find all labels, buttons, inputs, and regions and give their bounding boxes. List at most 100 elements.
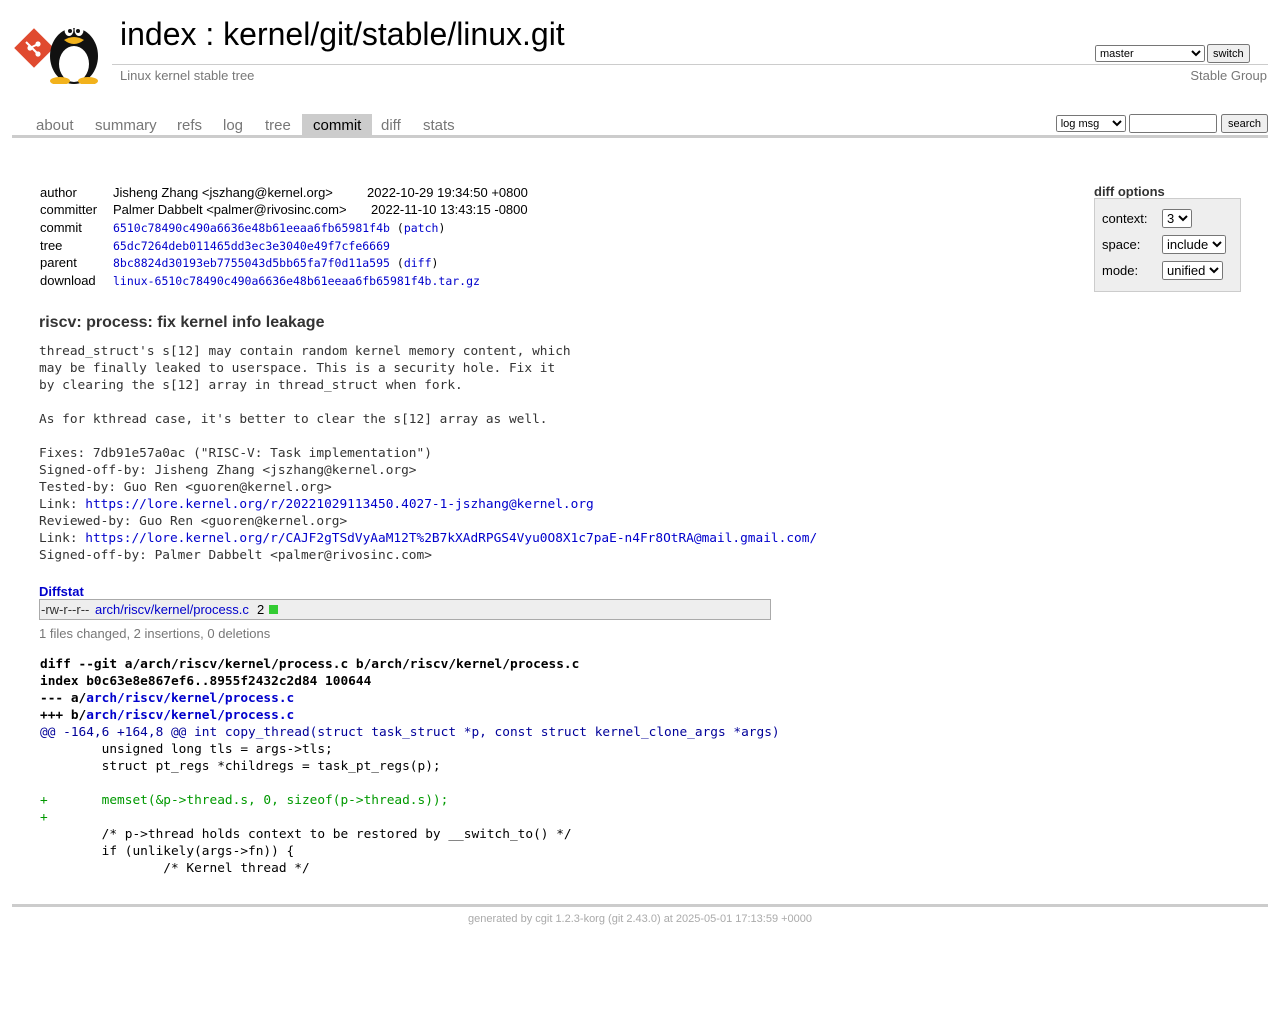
site-logo[interactable]	[14, 12, 110, 85]
tab-bar: about summary refs log tree commit diff …	[12, 114, 1268, 138]
tree-hash-link[interactable]: 65dc7264deb011465dd3ec3e3040e49f7cfe6669	[113, 239, 390, 253]
commit-hash-link[interactable]: 6510c78490c490a6636e48b61eeaa6fb65981f4b	[113, 221, 390, 235]
download-value: linux-6510c78490c490a6636e48b61eeaa6fb65…	[113, 272, 480, 290]
lore-link[interactable]: https://lore.kernel.org/r/20221029113450…	[85, 497, 594, 512]
footer-divider	[12, 904, 1268, 907]
insertion-bar	[269, 605, 278, 614]
header-divider	[112, 64, 1268, 65]
tab-stats[interactable]: stats	[412, 114, 466, 135]
footer: generated by cgit 1.2.3-korg (git 2.43.0…	[0, 913, 1280, 925]
tux-penguin-icon	[50, 24, 98, 85]
context-select[interactable]: 3	[1162, 209, 1192, 228]
tab-diff[interactable]: diff	[370, 114, 412, 135]
commit-subject: riscv: process: fix kernel info leakage	[39, 314, 325, 331]
added-line: +	[40, 810, 48, 825]
change-count: 2	[257, 602, 265, 617]
page-title: index : kernel/git/stable/linux.git	[120, 16, 565, 53]
signed-off-trailer: Signed-off-by: Jisheng Zhang <jszhang@ke…	[39, 463, 417, 478]
space-select[interactable]: include	[1162, 235, 1226, 254]
branch-select[interactable]: master	[1095, 45, 1205, 62]
diffstat-link[interactable]: Diffstat	[39, 584, 84, 599]
git-link[interactable]: git 2.43.0	[612, 913, 657, 925]
link-trailer: Link: https://lore.kernel.org/r/CAJF2gTS…	[39, 530, 817, 547]
search-type-select[interactable]: log msg	[1055, 115, 1126, 132]
parent-diff-link[interactable]: diff	[404, 256, 432, 270]
tab-log[interactable]: log	[212, 114, 254, 135]
branch-switch-form: master switch	[1095, 44, 1250, 63]
footer-timestamp: ) at 2025-05-01 17:13:59 +0000	[656, 913, 813, 925]
tab-commit[interactable]: commit	[302, 114, 373, 135]
lore-link[interactable]: https://lore.kernel.org/r/CAJF2gTSdVyAaM…	[85, 531, 817, 546]
fixes-trailer: Fixes: 7db91e57a0ac ("RISC-V: Task imple…	[39, 446, 432, 461]
search-form: log msg search	[1055, 114, 1268, 133]
search-button[interactable]: search	[1220, 114, 1268, 133]
patch-link[interactable]: patch	[404, 221, 439, 235]
link-prefix: Link:	[39, 497, 86, 512]
context-line: if (unlikely(args->fn)) {	[40, 844, 295, 859]
context-line: struct pt_regs *childregs = task_pt_regs…	[40, 759, 441, 774]
owner-link[interactable]: Stable Group	[1190, 68, 1267, 83]
mode-select[interactable]: unified	[1162, 261, 1223, 280]
index-link[interactable]: index	[120, 16, 197, 52]
message-line: thread_struct's s[12] may contain random…	[39, 344, 571, 359]
tab-tree[interactable]: tree	[254, 114, 302, 135]
repo-owner: Stable Group	[1190, 68, 1267, 83]
tab-refs[interactable]: refs	[166, 114, 213, 135]
cgit-link[interactable]: cgit 1.2.3-korg	[535, 913, 605, 925]
footer-generated-text: generated by	[467, 913, 536, 925]
tab-summary[interactable]: summary	[84, 114, 168, 135]
message-blank	[39, 428, 817, 445]
author-date: 2022-10-29 19:34:50 +0800	[367, 185, 528, 200]
diffstat-summary: 1 files changed, 2 insertions, 0 deletio…	[39, 626, 271, 641]
diff-options-box: context: 3 space: include mode: unified	[1094, 198, 1241, 292]
committer-date: 2022-11-10 13:43:15 -0800	[371, 202, 528, 217]
context-label: context:	[1102, 211, 1148, 226]
link-trailer: Link: https://lore.kernel.org/r/20221029…	[39, 496, 817, 513]
parent-label: parent	[40, 255, 77, 270]
old-file-prefix: --- a/	[40, 691, 87, 706]
author-value: Jisheng Zhang <jszhang@kernel.org>	[113, 185, 333, 200]
diffstat-header: Diffstat	[39, 584, 84, 599]
repo-description: Linux kernel stable tree	[120, 68, 255, 83]
tree-value: 65dc7264deb011465dd3ec3e3040e49f7cfe6669	[113, 237, 390, 255]
diff-header-line: diff --git a/arch/riscv/kernel/process.c…	[40, 657, 580, 672]
context-line: /* Kernel thread */	[40, 861, 310, 876]
hunk-header: @@ -164,6 +164,8 @@ int copy_thread(stru…	[40, 725, 780, 740]
parent-hash-link[interactable]: 8bc8824d30193eb7755043d5bb65fa7f0d11a595	[113, 256, 390, 270]
tab-about[interactable]: about	[25, 114, 85, 135]
message-line: As for kthread case, it's better to clea…	[39, 412, 548, 427]
mode-label: mode:	[1102, 263, 1139, 278]
author-label: author	[40, 185, 77, 200]
new-file-prefix: +++ b/	[40, 708, 87, 723]
tree-label: tree	[40, 238, 63, 253]
git-logo-icon	[14, 28, 54, 68]
diffstat-table: -rw-r--r-- arch/riscv/kernel/process.c 2	[39, 599, 771, 620]
search-input[interactable]	[1129, 114, 1218, 133]
title-separator: :	[196, 16, 224, 52]
commit-value: 6510c78490c490a6636e48b61eeaa6fb65981f4b…	[113, 221, 446, 235]
repo-link[interactable]: kernel/git/stable/linux.git	[223, 16, 565, 52]
file-mode: -rw-r--r--	[41, 602, 90, 617]
commit-message: thread_struct's s[12] may contain random…	[39, 343, 817, 564]
diff-new-file-line: +++ b/arch/riscv/kernel/process.c	[40, 707, 780, 724]
message-line: by clearing the s[12] array in thread_st…	[39, 378, 463, 393]
commit-label: commit	[40, 220, 82, 235]
switch-button[interactable]: switch	[1207, 44, 1250, 63]
added-line: + memset(&p->thread.s, 0, sizeof(p->thre…	[40, 793, 449, 808]
diff-index-line: index b0c63e8e867ef6..8955f2432c2d84 100…	[40, 674, 372, 689]
download-tarball-link[interactable]: linux-6510c78490c490a6636e48b61eeaa6fb65…	[113, 274, 480, 288]
download-label: download	[40, 273, 96, 288]
committer-value: Palmer Dabbelt <palmer@rivosinc.com>	[113, 202, 347, 217]
parent-value: 8bc8824d30193eb7755043d5bb65fa7f0d11a595…	[113, 256, 439, 270]
old-file-link[interactable]: arch/riscv/kernel/process.c	[86, 691, 294, 706]
diffstat-file-link[interactable]: arch/riscv/kernel/process.c	[95, 602, 249, 617]
reviewed-by-trailer: Reviewed-by: Guo Ren <guoren@kernel.org>	[39, 514, 348, 529]
footer-paren-open: (	[604, 913, 612, 925]
diff-options-title: diff options	[1094, 184, 1165, 199]
tested-by-trailer: Tested-by: Guo Ren <guoren@kernel.org>	[39, 480, 332, 495]
diff-old-file-line: --- a/arch/riscv/kernel/process.c	[40, 690, 780, 707]
message-blank	[39, 394, 817, 411]
diff-options-panel: diff options context: 3 space: include m…	[1094, 184, 1241, 292]
diff-view: diff --git a/arch/riscv/kernel/process.c…	[40, 656, 780, 877]
new-file-link[interactable]: arch/riscv/kernel/process.c	[86, 708, 294, 723]
